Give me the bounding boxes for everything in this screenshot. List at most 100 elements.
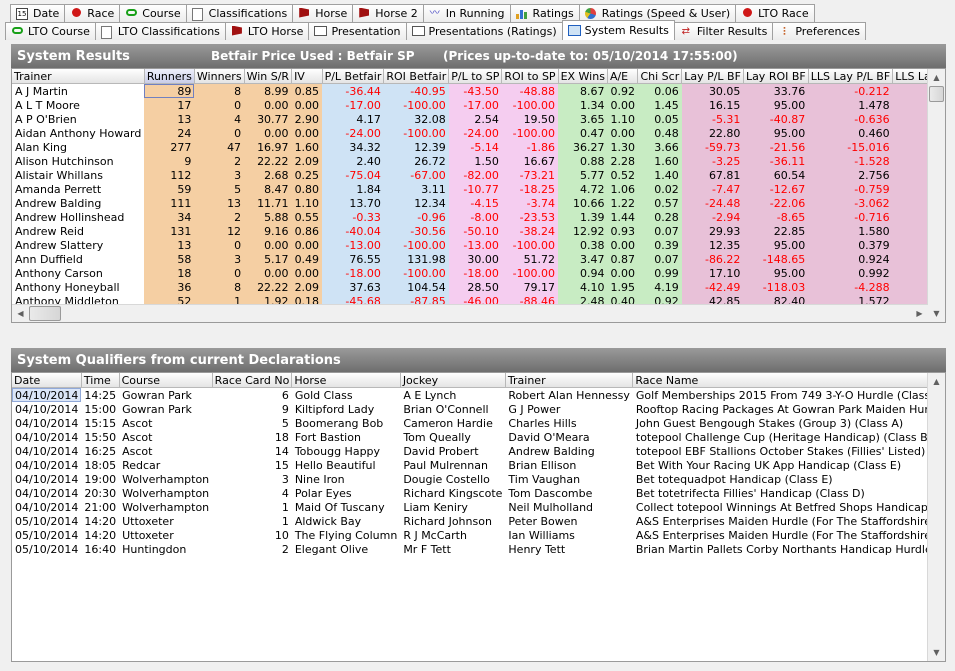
column-header[interactable]: Runners [144,69,195,84]
results-vertical-scrollbar[interactable]: ▲ ▼ [927,69,945,322]
table-cell: 1.580 [808,224,893,238]
column-header[interactable]: Trainer [505,373,634,388]
column-header[interactable]: Time [81,373,120,388]
column-header[interactable]: P/L Betfair [322,69,385,84]
column-header[interactable]: Race Name [632,373,945,388]
table-row[interactable]: Ann Duffield 58 3 5.17 0.49 76.55 131.98 30.00 5… [12,252,945,266]
column-header[interactable]: Chi Scr [637,69,683,84]
tab-lto-race[interactable]: LTO Race [735,4,815,22]
table-cell: -0.716 [808,210,893,224]
table-cell: 0.00 [244,98,292,112]
table-row[interactable]: 04/10/2014 20:30 Wolverhampton 4 Polar Eyes R… [12,486,945,500]
table-row[interactable]: 04/10/2014 16:25 Ascot 14 Tobougg Happy David… [12,444,945,458]
tab-lto-classifications[interactable]: LTO Classifications [94,22,226,40]
table-cell: Gowran Park [122,388,192,402]
table-row[interactable]: Alison Hutchinson 9 2 22.22 2.09 2.40 26.72 1.5… [12,154,945,168]
table-cell: Wolverhampton [122,500,210,514]
scroll-down-icon[interactable]: ▼ [928,644,945,661]
table-cell: 1 [281,514,289,528]
table-row[interactable]: 04/10/2014 21:00 Wolverhampton 1 Maid Of Tus… [12,500,945,514]
table-row[interactable]: 04/10/2014 18:05 Redcar 15 Hello Beautiful Pa… [12,458,945,472]
tab-course[interactable]: Course [119,4,187,22]
scroll-thumb[interactable] [929,86,944,102]
table-row[interactable]: Amanda Perrett 59 5 8.47 0.80 1.84 3.11 -10.77-… [12,182,945,196]
column-header[interactable]: Date [12,373,82,388]
table-row[interactable]: 05/10/2014 16:40 Huntingdon 2 Elegant Olive M… [12,542,945,556]
tab-lto-horse[interactable]: LTO Horse [224,22,310,40]
table-row[interactable]: Alistair Whillans 112 3 2.68 0.25 -75.04 -67.0… [12,168,945,182]
table-row[interactable]: A P O'Brien 13 4 30.77 2.90 4.17 32.08 2.54 19.5… [12,112,945,126]
tab-horse-2[interactable]: Horse 2 [352,4,424,22]
qualifiers-grid[interactable]: Date Time Course Race Card No Horse Jockey Tra… [11,372,946,662]
tab-label: Race [87,7,115,20]
column-header[interactable]: Winners [194,69,245,84]
column-header[interactable]: Lay P/L BF [681,69,744,84]
column-header[interactable]: ROI Betfair [383,69,450,84]
scroll-right-icon[interactable]: ▶ [911,305,928,322]
column-header[interactable]: IV [291,69,323,84]
column-header[interactable]: A/E [607,69,639,84]
table-cell: -43.50 [448,83,502,98]
table-row[interactable]: A J Martin 89 8 8.99 0.85 -36.44 -40.95 -43.50-… [12,83,945,98]
table-cell: Gold Class [294,388,353,402]
scroll-up-icon[interactable]: ▲ [928,69,945,86]
tab-presentations-ratings[interactable]: Presentations (Ratings) [405,22,563,40]
tab-lto-course[interactable]: LTO Course [5,22,96,40]
tab-label: Ratings (Speed & User) [601,7,731,20]
tab-date[interactable]: 15 Date [10,4,66,22]
table-row[interactable]: Andrew Hollinshead 34 2 5.88 0.55 -0.33 -0.96-… [12,210,945,224]
tab-horse[interactable]: Horse [292,4,354,22]
column-header[interactable]: Jockey [400,373,506,388]
tab-race[interactable]: Race [64,4,121,22]
table-cell: 3.47 [558,252,608,266]
table-row[interactable]: Andrew Slattery 13 0 0.00 0.00 -13.00 -100.00-… [12,238,945,252]
table-row[interactable]: Aidan Anthony Howard 24 0 0.00 0.00 -24.00 -10… [12,126,945,140]
table-row[interactable]: Alan King 277 47 16.97 1.60 34.32 12.39 -5.14 -1… [12,140,945,154]
table-cell: 0.86 [291,224,323,238]
tab-system-results[interactable]: System Results [561,20,675,40]
table-cell: 5 [281,416,289,430]
table-cell: totepool Challenge Cup (Heritage Handica… [635,430,932,444]
table-row[interactable]: 04/10/2014 14:25 Gowran Park 6 Gold Class A E… [12,387,945,402]
table-cell: -5.31 [681,112,744,126]
table-row[interactable]: Anthony Carson 18 0 0.00 0.00 -18.00 -100.00 -1… [12,266,945,280]
table-cell: 20:30 [84,486,117,500]
column-header[interactable]: Win S/R [244,69,293,84]
price-used-label: Betfair Price Used : Betfair SP [211,49,415,63]
table-cell: 14:25 [84,388,117,402]
column-header[interactable]: Trainer [12,69,145,84]
tab-in-running[interactable]: 〰 In Running [422,4,511,22]
table-row[interactable]: 05/10/2014 14:20 Uttoxeter 1 Aldwick Bay Rich… [12,514,945,528]
table-row[interactable]: 04/10/2014 15:00 Gowran Park 9 Kiltipford La… [12,402,945,416]
hscroll-thumb[interactable] [29,306,61,321]
results-horizontal-scrollbar[interactable]: ◀ ▶ [12,304,928,322]
scroll-up-icon[interactable]: ▲ [928,373,945,390]
tab-classifications[interactable]: Classifications [185,4,294,22]
column-header[interactable]: Lay ROI BF [743,69,809,84]
scroll-down-icon[interactable]: ▼ [928,305,945,322]
column-header[interactable]: Race Card No [212,373,293,388]
scroll-left-icon[interactable]: ◀ [12,305,29,322]
table-cell: Liam Keniry [403,500,468,514]
table-cell: -0.759 [808,182,893,196]
column-header[interactable]: P/L to SP [448,69,503,84]
table-row[interactable]: Andrew Balding 111 13 11.71 1.10 13.70 12.34 -4… [12,196,945,210]
tab-presentation[interactable]: Presentation [308,22,407,40]
column-header[interactable]: ROI to SP [501,69,559,84]
tab-filter-results[interactable]: ⇄ Filter Results [673,22,774,40]
tab-preferences[interactable]: ⫶ Preferences [772,22,867,40]
table-row[interactable]: 04/10/2014 15:50 Ascot 18 Fort Bastion Tom Qu… [12,430,945,444]
column-header[interactable]: Horse [291,373,401,388]
column-header[interactable]: Course [119,373,213,388]
table-row[interactable]: A L T Moore 17 0 0.00 0.00 -17.00 -100.00 -17.0… [12,98,945,112]
table-row[interactable]: Andrew Reid 131 12 9.16 0.86 -40.04 -30.56 -50.… [12,224,945,238]
table-row[interactable]: Anthony Honeyball 36 8 22.22 2.09 37.63 104.54… [12,280,945,294]
table-row[interactable]: 05/10/2014 14:20 Uttoxeter 10 The Flying Col… [12,528,945,542]
qualifiers-vertical-scrollbar[interactable]: ▲ ▼ [927,373,945,661]
column-header[interactable]: LLS Lay P/L BF [808,69,894,84]
column-header[interactable]: EX Wins [558,69,608,84]
table-row[interactable]: 04/10/2014 19:00 Wolverhampton 3 Nine Iron Do… [12,472,945,486]
system-results-grid[interactable]: Trainer Runners Winners Win S/R IV P/L Betfai… [11,68,946,323]
table-row[interactable]: 04/10/2014 15:15 Ascot 5 Boomerang Bob Camero… [12,416,945,430]
table-cell: -30.56 [383,224,449,238]
